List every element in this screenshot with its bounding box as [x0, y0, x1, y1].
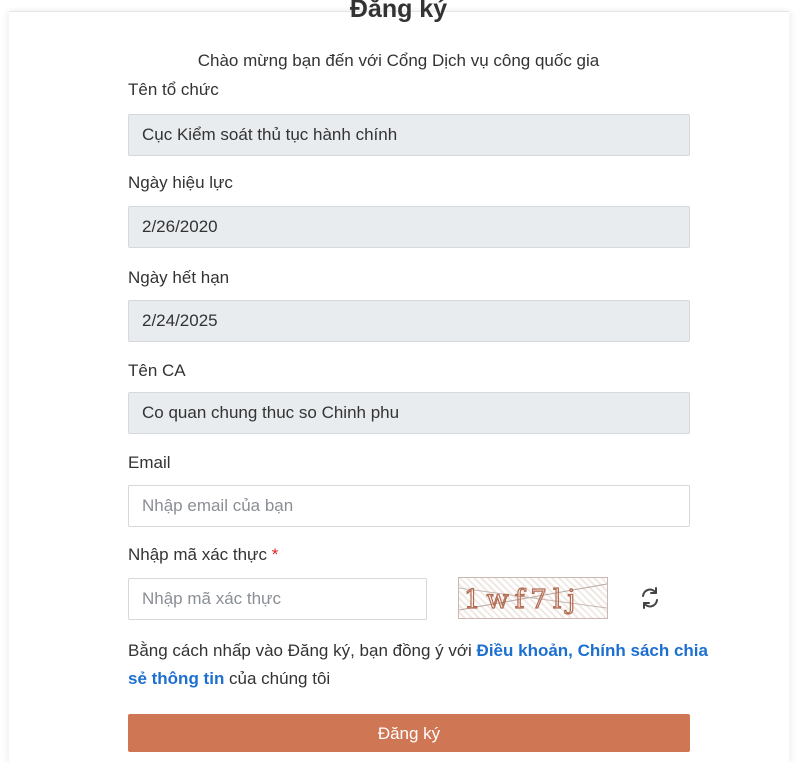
welcome-subtitle: Chào mừng bạn đến với Cổng Dịch vụ công …	[197, 51, 600, 70]
terms-prefix: Bằng cách nhấp vào Đăng ký, bạn đồng ý v…	[128, 641, 477, 660]
ca-name-label: Tên CA	[128, 361, 186, 380]
ca-name-field: Co quan chung thuc so Chinh phu	[128, 392, 690, 434]
terms-suffix: của chúng tôi	[224, 669, 331, 688]
email-label: Email	[128, 453, 171, 472]
effective-date-field: 2/26/2020	[128, 206, 690, 248]
captcha-text: 1wf7lj	[464, 585, 581, 615]
email-field-wrapper	[128, 485, 690, 527]
captcha-label: Nhập mã xác thực *	[128, 545, 278, 565]
organization-field: Cục Kiểm soát thủ tục hành chính	[128, 114, 690, 156]
refresh-captcha-button[interactable]	[636, 584, 664, 612]
captcha-input[interactable]	[142, 579, 413, 619]
required-mark: *	[271, 545, 279, 564]
email-input[interactable]	[142, 486, 676, 526]
expiry-date-label: Ngày hết hạn	[128, 268, 230, 287]
terms-text: Bằng cách nhấp vào Đăng ký, bạn đồng ý v…	[128, 637, 708, 693]
register-button[interactable]: Đăng ký	[128, 714, 690, 752]
effective-date-label: Ngày hiệu lực	[128, 173, 233, 192]
page-title: Đăng ký	[349, 0, 448, 23]
organization-label: Tên tổ chức	[128, 80, 219, 99]
expiry-date-field: 2/24/2025	[128, 300, 690, 342]
captcha-image: 1wf7lj	[458, 577, 608, 619]
refresh-icon	[642, 587, 658, 609]
captcha-label-text: Nhập mã xác thực	[128, 545, 267, 564]
captcha-field-wrapper	[128, 578, 427, 620]
